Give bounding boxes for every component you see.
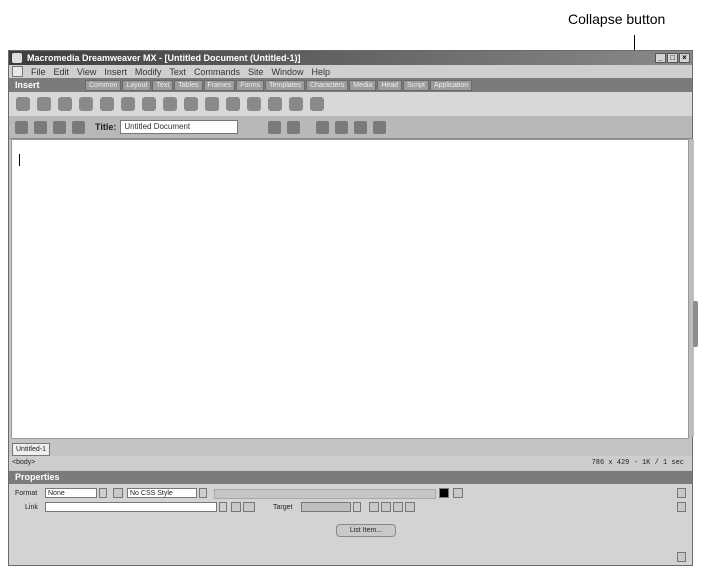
status-bar: <body> 786 x 429 - 1K / 1 sec: [9, 456, 692, 470]
insert-panel-bar: Insert Common Layout Text Tables Frames …: [9, 78, 692, 92]
properties-panel: Format None No CSS Style Link Target Lis…: [9, 484, 692, 565]
shockwave-icon[interactable]: [205, 97, 219, 111]
collapse-button-callout-label: Collapse button: [568, 11, 666, 27]
tab-common[interactable]: Common: [85, 79, 122, 91]
minimize-icon[interactable]: _: [655, 53, 666, 63]
menu-text[interactable]: Text: [169, 67, 186, 77]
tag-chooser-icon[interactable]: [289, 97, 303, 111]
dreamweaver-window: Macromedia Dreamweaver MX - [Untitled Do…: [8, 50, 698, 566]
font-size-placeholder: [214, 489, 436, 499]
document-size-info: 786 x 429 - 1K / 1 sec: [591, 459, 684, 467]
menu-window[interactable]: Window: [271, 67, 303, 77]
menu-edit[interactable]: Edit: [54, 67, 70, 77]
close-icon[interactable]: ×: [679, 53, 690, 63]
comment-icon[interactable]: [268, 97, 282, 111]
table-icon[interactable]: [79, 97, 93, 111]
validate-icon[interactable]: [373, 120, 387, 134]
tab-templates[interactable]: Templates: [265, 79, 305, 91]
indent-icon[interactable]: [405, 502, 415, 512]
template-icon[interactable]: [310, 97, 324, 111]
tag-selector[interactable]: <body>: [12, 459, 35, 466]
menu-modify[interactable]: Modify: [135, 67, 162, 77]
title-bar: Macromedia Dreamweaver MX - [Untitled Do…: [9, 51, 692, 65]
menu-view[interactable]: View: [77, 67, 96, 77]
app-icon: [12, 53, 22, 63]
browse-folder-icon[interactable]: [243, 502, 255, 512]
tab-characters[interactable]: Characters: [306, 79, 349, 91]
target-select[interactable]: [301, 502, 351, 512]
tab-forms[interactable]: Forms: [236, 79, 265, 91]
format-dropdown-icon[interactable]: [99, 488, 107, 498]
flash-icon[interactable]: [184, 97, 198, 111]
tab-script[interactable]: Script: [403, 79, 429, 91]
help-icon[interactable]: [677, 488, 686, 498]
format-select[interactable]: None: [45, 488, 97, 498]
split-view-icon[interactable]: [34, 120, 47, 134]
text-cursor: [19, 154, 20, 166]
date-icon[interactable]: [226, 97, 240, 111]
tab-tables[interactable]: Tables: [174, 79, 203, 91]
preview-browser-icon[interactable]: [287, 120, 301, 134]
document-toolbar: Title: Untitled Document: [9, 116, 692, 139]
refresh-icon[interactable]: [316, 120, 330, 134]
link-dropdown-icon[interactable]: [219, 502, 227, 512]
style-dropdown-icon[interactable]: [199, 488, 207, 498]
css-icon[interactable]: [113, 488, 123, 498]
tab-layout[interactable]: Layout: [122, 79, 152, 91]
style-select[interactable]: No CSS Style: [127, 488, 197, 498]
layer-icon[interactable]: [100, 97, 114, 111]
link-label: Link: [25, 504, 38, 511]
window-title: Macromedia Dreamweaver MX - [Untitled Do…: [27, 53, 301, 63]
document-design-area[interactable]: [11, 139, 689, 439]
color-swatch-icon[interactable]: [439, 488, 449, 498]
point-to-file-icon[interactable]: [231, 502, 241, 512]
unordered-list-icon[interactable]: [369, 502, 379, 512]
ordered-list-icon[interactable]: [381, 502, 391, 512]
hyperlink-icon[interactable]: [16, 97, 30, 111]
target-dropdown-icon[interactable]: [353, 502, 361, 512]
tab-media[interactable]: Media: [349, 79, 377, 91]
title-label: Title:: [95, 122, 117, 132]
image-placeholder-icon[interactable]: [142, 97, 156, 111]
rollover-image-icon[interactable]: [163, 97, 177, 111]
italic-icon[interactable]: [453, 488, 463, 498]
list-item-button[interactable]: List Item...: [336, 524, 396, 537]
image-icon[interactable]: [121, 97, 135, 111]
file-management-icon[interactable]: [268, 120, 282, 134]
title-input[interactable]: Untitled Document: [120, 120, 239, 134]
document-tab[interactable]: Untitled-1: [12, 443, 50, 456]
named-anchor-icon[interactable]: [58, 97, 72, 111]
menu-help[interactable]: Help: [311, 67, 330, 77]
tab-application[interactable]: Application: [429, 79, 473, 91]
menu-file[interactable]: File: [31, 67, 46, 77]
insert-panel-title[interactable]: Insert: [9, 80, 85, 90]
format-label: Format: [15, 490, 38, 497]
tab-frames[interactable]: Frames: [203, 79, 236, 91]
document-icon: [12, 66, 23, 77]
target-label: Target: [273, 504, 293, 511]
menu-insert[interactable]: Insert: [104, 67, 127, 77]
menu-site[interactable]: Site: [248, 67, 264, 77]
menu-bar: File Edit View Insert Modify Text Comman…: [9, 65, 692, 78]
outdent-icon[interactable]: [393, 502, 403, 512]
tab-head[interactable]: Head: [377, 79, 403, 91]
document-tab-bar: Untitled-1: [9, 441, 692, 456]
code-view-icon[interactable]: [15, 120, 28, 134]
design-view-icon[interactable]: [53, 120, 66, 134]
view-options-icon[interactable]: [354, 120, 368, 134]
tab-text[interactable]: Text: [152, 79, 174, 91]
live-data-icon[interactable]: [72, 120, 85, 134]
email-link-icon[interactable]: [37, 97, 51, 111]
horizontal-rule-icon[interactable]: [247, 97, 261, 111]
properties-panel-bar[interactable]: Properties: [9, 471, 692, 484]
link-input[interactable]: [45, 502, 217, 512]
restore-icon[interactable]: □: [667, 53, 678, 63]
right-scroll-gutter: [689, 139, 694, 437]
insert-icon-row: [9, 92, 692, 116]
collapse-button[interactable]: [693, 301, 698, 347]
expand-collapse-properties-icon[interactable]: [677, 552, 686, 562]
quick-tag-editor-icon[interactable]: [677, 502, 686, 512]
code-navigation-icon[interactable]: [335, 120, 349, 134]
menu-commands[interactable]: Commands: [194, 67, 240, 77]
